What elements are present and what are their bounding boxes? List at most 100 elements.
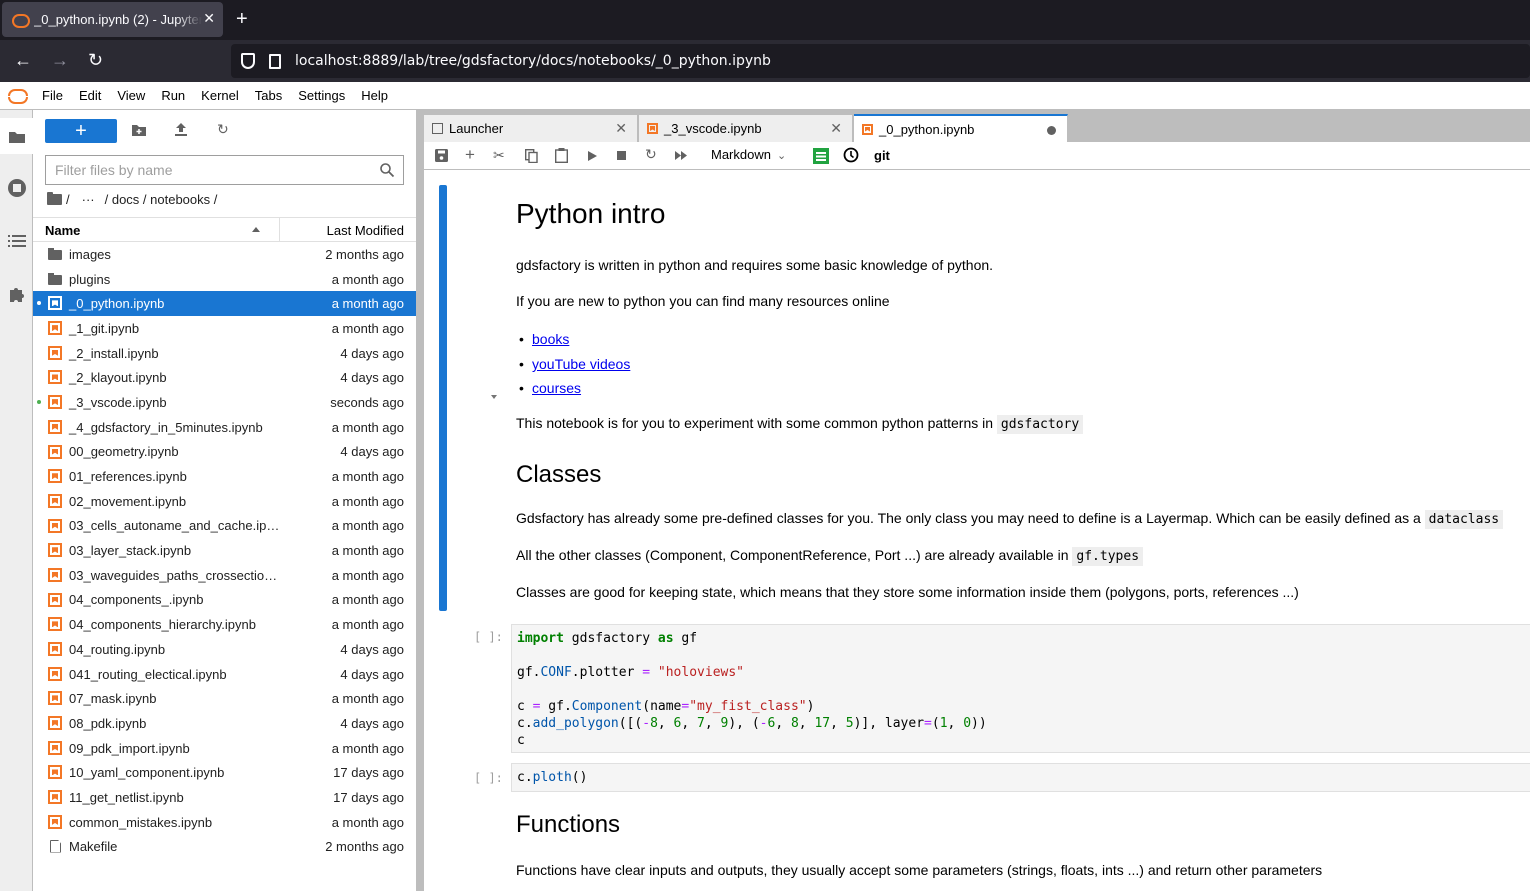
file-row[interactable]: Makefile 2 months ago bbox=[33, 835, 416, 860]
home-folder-icon[interactable] bbox=[47, 192, 62, 205]
notebook-icon bbox=[48, 765, 62, 780]
code-cell-editor[interactable]: c.ploth() bbox=[511, 763, 1530, 792]
breadcrumb-path[interactable]: / docs / notebooks / bbox=[105, 192, 218, 207]
menu-view[interactable]: View bbox=[109, 88, 153, 103]
paragraph: All the other classes (Component, Compon… bbox=[516, 547, 1144, 566]
file-row[interactable]: 04_components_hierarchy.ipynb a month ago bbox=[33, 612, 416, 637]
breadcrumb-ellipsis[interactable]: ··· bbox=[82, 192, 95, 207]
file-browser-tab[interactable] bbox=[0, 118, 34, 154]
file-row[interactable]: 041_routing_electical.ipynb 4 days ago bbox=[33, 662, 416, 687]
file-row[interactable]: 09_pdk_import.ipynb a month ago bbox=[33, 736, 416, 761]
property-inspector-icon[interactable] bbox=[813, 148, 829, 164]
file-row[interactable]: _1_git.ipynb a month ago bbox=[33, 316, 416, 341]
notebook-icon bbox=[48, 469, 62, 484]
run-icon[interactable] bbox=[588, 151, 597, 161]
file-name: _2_klayout.ipynb bbox=[69, 370, 167, 386]
paste-icon[interactable] bbox=[555, 148, 568, 163]
tab-vscode-notebook[interactable]: _3_vscode.ipynb ✕ bbox=[639, 115, 853, 142]
file-row[interactable]: images 2 months ago bbox=[33, 242, 416, 267]
shield-icon[interactable] bbox=[241, 53, 255, 69]
paragraph: Functions have clear inputs and outputs,… bbox=[516, 862, 1323, 878]
tab-python-notebook[interactable]: _0_python.ipynb bbox=[854, 114, 1068, 142]
file-row[interactable]: 03_waveguides_paths_crossectio… a month a… bbox=[33, 563, 416, 588]
menu-run[interactable]: Run bbox=[153, 88, 193, 103]
file-row[interactable]: 10_yaml_component.ipynb 17 days ago bbox=[33, 760, 416, 785]
file-modified: 4 days ago bbox=[340, 715, 404, 731]
file-row[interactable]: 02_movement.ipynb a month ago bbox=[33, 489, 416, 514]
menu-edit[interactable]: Edit bbox=[71, 88, 109, 103]
file-row[interactable]: 01_references.ipynb a month ago bbox=[33, 464, 416, 489]
restart-run-all-icon[interactable] bbox=[675, 151, 688, 160]
menu-file[interactable]: File bbox=[34, 88, 71, 103]
panel-splitter[interactable] bbox=[416, 110, 424, 891]
clock-icon[interactable] bbox=[843, 147, 859, 163]
file-row[interactable]: 04_routing.ipynb 4 days ago bbox=[33, 637, 416, 662]
cell-type-dropdown[interactable]: Markdown ⌄ bbox=[711, 147, 786, 162]
new-tab-icon[interactable]: + bbox=[236, 8, 248, 31]
upload-icon[interactable] bbox=[175, 123, 187, 137]
new-folder-icon[interactable] bbox=[132, 124, 146, 136]
link-youtube-videos[interactable]: youTube videos bbox=[532, 356, 630, 372]
save-icon[interactable] bbox=[435, 149, 448, 162]
unsaved-dot-icon[interactable] bbox=[1047, 126, 1056, 135]
menu-settings[interactable]: Settings bbox=[290, 88, 353, 103]
cell-collapser[interactable] bbox=[439, 185, 447, 611]
file-filter-field[interactable] bbox=[55, 162, 375, 178]
browser-tab[interactable]: _0_python.ipynb (2) - JupyterLab ✕ bbox=[2, 2, 223, 37]
tab-label: Launcher bbox=[449, 121, 504, 136]
menu-tabs[interactable]: Tabs bbox=[247, 88, 290, 103]
back-icon[interactable]: ← bbox=[14, 50, 32, 71]
column-modified-header[interactable]: Last Modified bbox=[327, 223, 404, 238]
file-row[interactable]: 03_layer_stack.ipynb a month ago bbox=[33, 538, 416, 563]
link-books[interactable]: books bbox=[532, 331, 569, 347]
file-row[interactable]: 03_cells_autoname_and_cache.ip… a month a… bbox=[33, 514, 416, 539]
code-cell-editor[interactable]: import gdsfactory as gf gf.CONF.plotter … bbox=[511, 624, 1530, 753]
file-name: 04_routing.ipynb bbox=[69, 641, 166, 657]
close-icon[interactable]: ✕ bbox=[830, 120, 842, 137]
file-row[interactable]: 08_pdk.ipynb 4 days ago bbox=[33, 711, 416, 736]
table-of-contents-tab[interactable] bbox=[0, 223, 33, 259]
new-launcher-button[interactable]: + bbox=[45, 119, 117, 143]
file-row[interactable]: _4_gdsfactory_in_5minutes.ipynb a month a… bbox=[33, 415, 416, 440]
menu-help[interactable]: Help bbox=[353, 88, 396, 103]
copy-icon[interactable] bbox=[525, 149, 538, 163]
cut-icon[interactable]: ✂ bbox=[493, 147, 505, 164]
insert-cell-icon[interactable]: + bbox=[465, 145, 475, 165]
breadcrumb-root[interactable]: / bbox=[66, 192, 70, 207]
file-row[interactable]: plugins a month ago bbox=[33, 267, 416, 292]
file-name: 04_components_.ipynb bbox=[69, 592, 204, 608]
refresh-icon[interactable]: ↻ bbox=[217, 121, 229, 138]
git-button[interactable]: git bbox=[874, 148, 890, 163]
extension-manager-tab[interactable] bbox=[0, 276, 33, 312]
tab-launcher[interactable]: Launcher ✕ bbox=[424, 115, 638, 142]
file-row[interactable]: 11_get_netlist.ipynb 17 days ago bbox=[33, 785, 416, 810]
list-item: courses bbox=[519, 380, 581, 396]
file-row[interactable]: _2_klayout.ipynb 4 days ago bbox=[33, 365, 416, 390]
collapse-heading-icon[interactable] bbox=[491, 395, 497, 399]
reload-icon[interactable]: ↻ bbox=[88, 50, 103, 71]
file-filter-input[interactable] bbox=[45, 155, 404, 185]
restart-kernel-icon[interactable]: ↻ bbox=[645, 146, 657, 163]
sort-ascending-icon[interactable] bbox=[252, 227, 260, 232]
stop-icon[interactable] bbox=[617, 151, 626, 160]
file-row[interactable]: 00_geometry.ipynb 4 days ago bbox=[33, 440, 416, 465]
file-row[interactable]: 07_mask.ipynb a month ago bbox=[33, 686, 416, 711]
url-bar[interactable]: localhost:8889/lab/tree/gdsfactory/docs/… bbox=[231, 44, 1530, 78]
close-icon[interactable]: ✕ bbox=[615, 120, 627, 137]
folder-icon bbox=[48, 248, 62, 260]
link-courses[interactable]: courses bbox=[532, 380, 581, 396]
file-row[interactable]: _2_install.ipynb 4 days ago bbox=[33, 341, 416, 366]
forward-icon[interactable]: → bbox=[51, 50, 69, 71]
menu-kernel[interactable]: Kernel bbox=[193, 88, 247, 103]
close-tab-icon[interactable]: ✕ bbox=[203, 10, 215, 27]
chevron-down-icon: ⌄ bbox=[776, 150, 787, 162]
file-row[interactable]: _0_python.ipynb a month ago bbox=[33, 291, 416, 317]
file-name: 04_components_hierarchy.ipynb bbox=[69, 617, 256, 633]
column-name-header[interactable]: Name bbox=[45, 223, 80, 238]
file-row[interactable]: common_mistakes.ipynb a month ago bbox=[33, 810, 416, 835]
file-name: _0_python.ipynb bbox=[69, 296, 165, 312]
file-row[interactable]: 04_components_.ipynb a month ago bbox=[33, 588, 416, 613]
file-row[interactable]: _3_vscode.ipynb seconds ago bbox=[33, 390, 416, 415]
url-text[interactable]: localhost:8889/lab/tree/gdsfactory/docs/… bbox=[295, 53, 771, 69]
running-sessions-tab[interactable] bbox=[0, 170, 33, 206]
